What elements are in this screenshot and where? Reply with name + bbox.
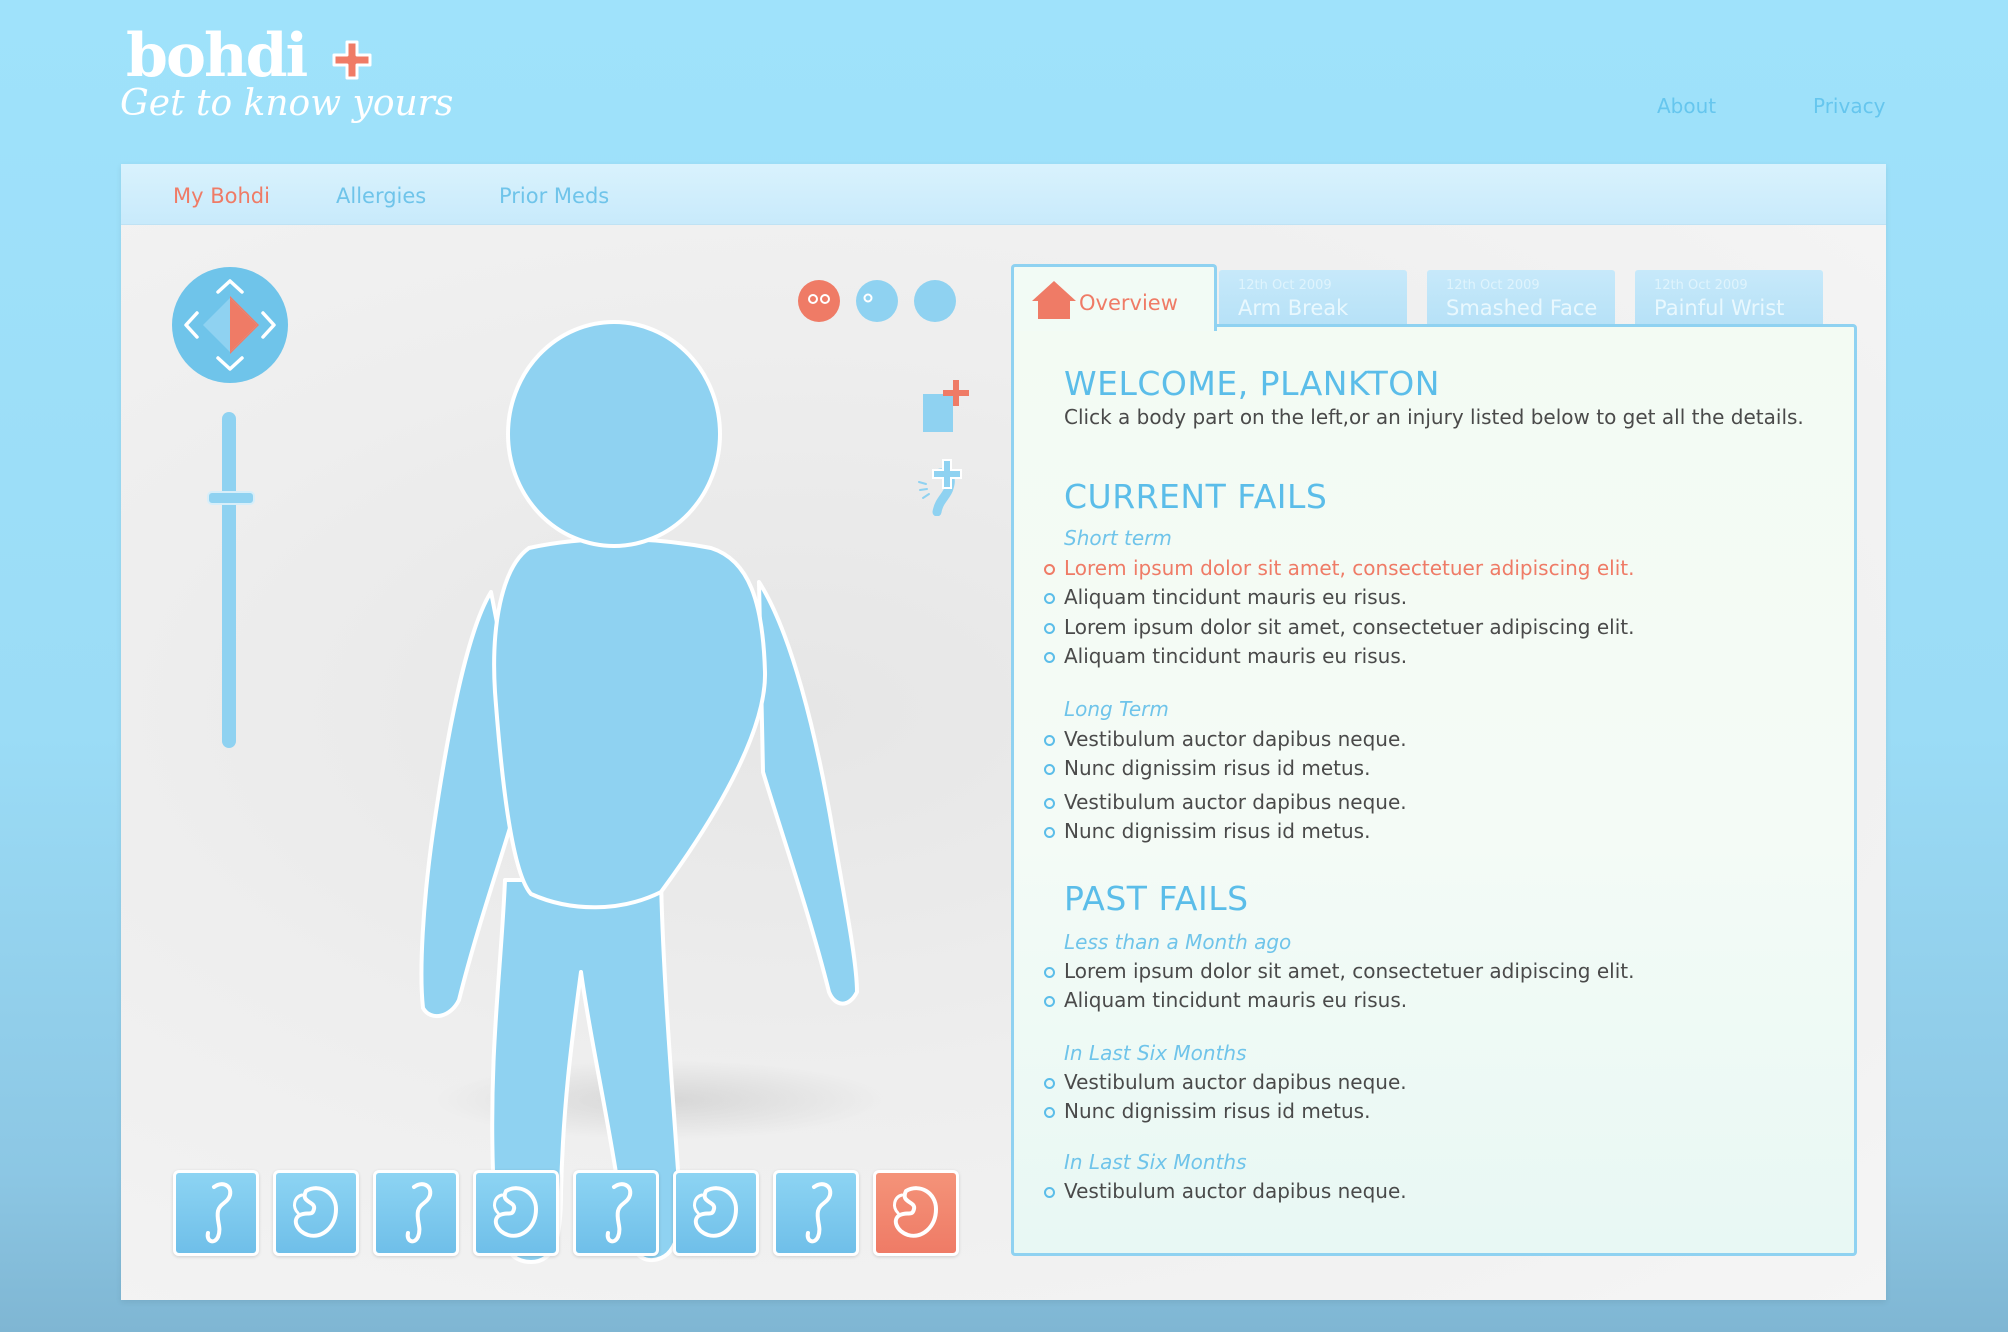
six-months-label: In Last Six Months xyxy=(1064,1041,1247,1065)
detail-tab-bar: Overview 12th Oct 2009 Arm Break 12th Oc… xyxy=(1011,264,1871,331)
tab-injury-title: Smashed Face xyxy=(1446,296,1598,320)
tab-injury-painful-wrist[interactable]: 12th Oct 2009 Painful Wrist xyxy=(1635,270,1823,326)
femur-bone-icon xyxy=(205,1182,233,1244)
face-eyes-icon xyxy=(808,294,830,304)
overview-panel: WELCOME, PLANKTON Click a body part on t… xyxy=(1011,324,1857,1256)
current-fails-title: CURRENT FAILS xyxy=(1064,477,1328,516)
face-profile-icon xyxy=(863,293,873,303)
short-term-label: Short term xyxy=(1064,526,1172,550)
femur-bone-icon xyxy=(605,1182,633,1244)
long-term-label: Long Term xyxy=(1064,697,1169,721)
zoom-slider[interactable] xyxy=(222,412,236,748)
brand-wordmark: bohdi xyxy=(126,21,308,91)
body-part-thumbnail[interactable] xyxy=(773,1170,859,1256)
home-icon xyxy=(1032,281,1076,319)
body-part-thumbnail[interactable] xyxy=(373,1170,459,1256)
body-part-head[interactable] xyxy=(506,320,722,548)
back-head-icon[interactable] xyxy=(914,280,956,322)
nav-link-privacy[interactable]: Privacy xyxy=(1813,94,1885,118)
tab-injury-title: Painful Wrist xyxy=(1654,296,1785,320)
direction-pad-icon[interactable] xyxy=(171,266,289,384)
kidney-icon xyxy=(493,1186,538,1238)
zoom-slider-handle[interactable] xyxy=(207,491,255,505)
list-item[interactable]: Aliquam tincidunt mauris eu risus. xyxy=(1043,644,1407,668)
body-part-thumbnail[interactable] xyxy=(573,1170,659,1256)
tab-injury-title: Arm Break xyxy=(1238,296,1349,320)
add-injury-icon[interactable] xyxy=(917,454,973,516)
tab-injury-arm-break[interactable]: 12th Oct 2009 Arm Break xyxy=(1219,270,1407,326)
side-face-icon[interactable] xyxy=(856,280,898,322)
list-item[interactable]: Lorem ipsum dolor sit amet, consectetuer… xyxy=(1043,959,1634,983)
tab-overview[interactable]: Overview xyxy=(1011,264,1217,331)
main-tab-bar: My Bohdi Allergies Prior Meds xyxy=(121,164,1886,225)
list-item[interactable]: Nunc dignissim risus id metus. xyxy=(1043,756,1370,780)
list-item[interactable]: Nunc dignissim risus id metus. xyxy=(1043,819,1370,843)
past-fails-title: PAST FAILS xyxy=(1064,879,1249,918)
main-panel: My Bohdi Allergies Prior Meds Overview 1… xyxy=(121,164,1886,1300)
list-item[interactable]: Aliquam tincidunt mauris eu risus. xyxy=(1043,585,1407,609)
body-part-thumbnail[interactable] xyxy=(873,1170,959,1256)
welcome-title: WELCOME, PLANKTON xyxy=(1064,364,1440,403)
tab-my-bohdi[interactable]: My Bohdi xyxy=(173,184,270,208)
femur-bone-icon xyxy=(805,1182,833,1244)
tab-injury-smashed-face[interactable]: 12th Oct 2009 Smashed Face xyxy=(1427,270,1615,326)
list-item[interactable]: Vestibulum auctor dapibus neque. xyxy=(1044,790,1407,814)
tab-injury-date: 12th Oct 2009 xyxy=(1238,278,1332,293)
kidney-icon xyxy=(893,1186,938,1238)
list-item[interactable]: Nunc dignissim risus id metus. xyxy=(1043,1099,1370,1123)
month-ago-label: Less than a Month ago xyxy=(1064,930,1292,954)
list-item[interactable]: Lorem ipsum dolor sit amet, consectetuer… xyxy=(1043,615,1634,639)
intro-text: Click a body part on the left,or an inju… xyxy=(1064,405,1804,429)
body-figure xyxy=(419,320,859,1264)
list-item[interactable]: Lorem ipsum dolor sit amet, consectetuer… xyxy=(1043,556,1634,580)
femur-bone-icon xyxy=(405,1182,433,1244)
front-face-icon[interactable] xyxy=(798,280,840,322)
body-part-thumbnail[interactable] xyxy=(473,1170,559,1256)
list-item[interactable]: Aliquam tincidunt mauris eu risus. xyxy=(1043,988,1407,1012)
list-item[interactable]: Vestibulum auctor dapibus neque. xyxy=(1044,1070,1407,1094)
body-part-thumbnail[interactable] xyxy=(273,1170,359,1256)
kidney-icon xyxy=(293,1186,338,1238)
body-part-thumbnail[interactable] xyxy=(673,1170,759,1256)
kidney-icon xyxy=(693,1186,738,1238)
tab-prior-meds[interactable]: Prior Meds xyxy=(499,184,609,208)
body-part-thumbnail[interactable] xyxy=(173,1170,259,1256)
body-part-torso[interactable] xyxy=(492,537,768,910)
tab-injury-date: 12th Oct 2009 xyxy=(1446,278,1540,293)
list-item[interactable]: Vestibulum auctor dapibus neque. xyxy=(1044,1179,1407,1203)
tab-allergies[interactable]: Allergies xyxy=(336,184,426,208)
plus-icon xyxy=(332,40,372,80)
tab-injury-date: 12th Oct 2009 xyxy=(1654,278,1748,293)
nav-link-about[interactable]: About xyxy=(1657,94,1716,118)
body-part-right-arm[interactable] xyxy=(757,580,859,1006)
list-item[interactable]: Vestibulum auctor dapibus neque. xyxy=(1044,727,1407,751)
add-record-icon[interactable] xyxy=(921,378,969,434)
six-months-label: In Last Six Months xyxy=(1064,1150,1247,1174)
tab-overview-label: Overview xyxy=(1079,291,1178,315)
brand-tagline: Get to know yours xyxy=(120,83,454,124)
